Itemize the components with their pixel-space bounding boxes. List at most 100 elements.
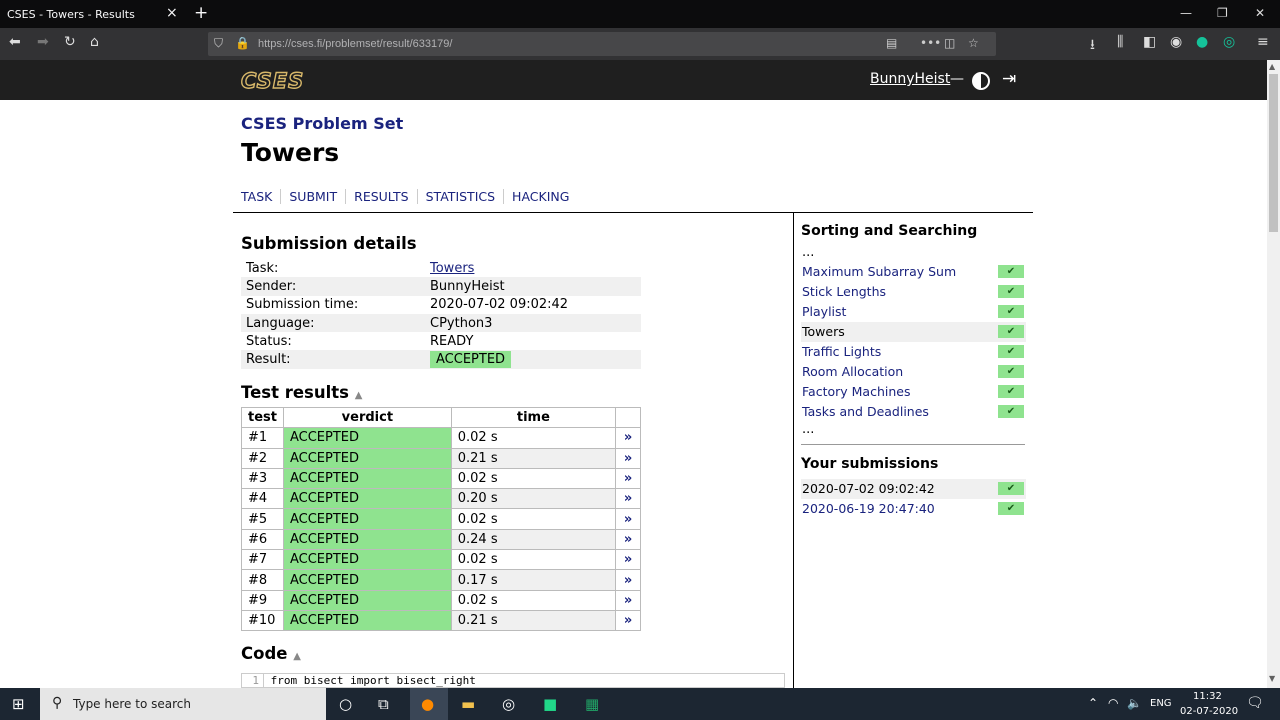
test-results-title[interactable]: Test results [241,383,349,402]
sidebar-item-label[interactable]: Factory Machines [802,384,910,399]
windows-start-icon[interactable]: ⊞ [12,695,25,713]
task-view-icon[interactable]: ⧉ [378,695,389,713]
shield-icon[interactable]: ⛉ [214,36,223,51]
view-test-icon[interactable]: » [615,427,641,449]
firefox-taskbar-button[interactable]: ● [410,688,448,720]
forward-icon[interactable]: ➡ [37,34,49,50]
pycharm-icon[interactable]: ■ [543,695,557,713]
pocket-icon[interactable]: ◫ [944,36,955,50]
view-test-icon[interactable]: » [615,528,641,551]
username-link[interactable]: BunnyHeist [870,71,950,87]
table-row: #1 ACCEPTED 0.02 s» [241,427,641,449]
sidebar-item-tasks-and-deadlines[interactable]: Tasks and Deadlines ✔ [801,402,1026,422]
nav-hacking[interactable]: HACKING [503,189,577,204]
detail-row: Language: CPython3 [241,313,641,333]
notifications-icon[interactable]: 🗨 [1246,695,1264,711]
sidebar-item-label[interactable]: Maximum Subarray Sum [802,264,956,279]
reader-view-icon[interactable]: ▤ [886,36,897,50]
view-test-icon[interactable]: » [615,589,641,611]
scroll-up-icon[interactable]: ▲ [1269,62,1275,71]
contrast-toggle-icon[interactable] [972,72,990,90]
test-results-heading[interactable]: Test results ▲ [241,383,362,402]
cortana-icon[interactable]: ○ [339,695,352,713]
lock-icon[interactable]: 🔒 [235,36,250,50]
sidebar-item-room-allocation[interactable]: Room Allocation ✔ [801,362,1026,382]
sidebar-item-playlist[interactable]: Playlist ✔ [801,302,1026,322]
site-header: CSES BunnyHeist — ⇥ [0,60,1267,100]
grammarly-icon[interactable]: ● [1196,34,1208,50]
url-bar[interactable]: ⛉ 🔒 https://cses.fi/problemset/result/63… [208,32,996,56]
submission-item[interactable]: 2020-07-02 09:02:42 ✔ [801,479,1026,499]
nav-results[interactable]: RESULTS [345,189,416,204]
taskbar-search-placeholder[interactable]: Type here to search [73,697,191,711]
view-test-icon[interactable]: » [615,488,641,510]
collapse-triangle-icon[interactable]: ▲ [355,390,363,401]
scroll-down-icon[interactable]: ▼ [1269,674,1275,683]
sidebar-item-label[interactable]: Towers [802,324,845,339]
view-test-icon[interactable]: » [615,609,641,632]
nav-task[interactable]: TASK [241,189,280,204]
account-icon[interactable]: ◉ [1170,34,1182,50]
code-heading[interactable]: Code ▲ [241,644,301,663]
new-tab-icon[interactable]: + [194,3,208,23]
code-title[interactable]: Code [241,644,287,663]
page-actions-icon[interactable]: ••• [920,36,941,50]
sidebar-icon[interactable]: ◧ [1143,34,1156,50]
file-explorer-icon[interactable]: ▬ [461,695,475,713]
sidebar-item-label[interactable]: Traffic Lights [802,344,881,359]
window-close-icon[interactable]: ✕ [1255,6,1265,20]
wifi-icon[interactable]: ◠ [1108,696,1118,710]
collapse-triangle-icon[interactable]: ▲ [293,651,301,662]
view-test-icon[interactable]: » [615,508,641,530]
sidebar-item-maximum-subarray-sum[interactable]: Maximum Subarray Sum ✔ [801,262,1026,282]
downloads-icon[interactable]: ⭳ [1090,34,1095,58]
code-viewer[interactable]: 1 from bisect import bisect_right [241,673,785,688]
table-row: #4 ACCEPTED 0.20 s» [241,488,641,510]
nav-statistics[interactable]: STATISTICS [416,189,503,204]
view-test-icon[interactable]: » [615,569,641,591]
sidebar-item-traffic-lights[interactable]: Traffic Lights ✔ [801,342,1026,362]
scrollbar-thumb[interactable] [1269,74,1278,232]
view-test-icon[interactable]: » [615,467,641,490]
taskbar-search[interactable]: ⚲ Type here to search [40,688,326,720]
clock-date[interactable]: 02-07-2020 [1180,706,1238,717]
view-test-icon[interactable]: » [615,549,641,571]
sidebar-item-label[interactable]: Tasks and Deadlines [802,404,929,419]
submission-item[interactable]: 2020-06-19 20:47:40 ✔ [801,499,1026,519]
tray-chevron-icon[interactable]: ⌃ [1088,696,1098,710]
close-tab-icon[interactable]: × [166,5,178,21]
sidebar-item-label[interactable]: Stick Lengths [802,284,886,299]
language-indicator[interactable]: ENG [1150,698,1172,709]
cses-logo[interactable]: CSES [240,68,304,93]
task-link-text[interactable]: Towers [430,261,474,276]
clock-time[interactable]: 11:32 [1193,691,1222,702]
logout-icon[interactable]: ⇥ [1002,69,1016,89]
bookmark-star-icon[interactable]: ☆ [968,36,979,50]
sidebar-item-factory-machines[interactable]: Factory Machines ✔ [801,382,1026,402]
view-test-icon[interactable]: » [615,447,641,469]
excel-icon[interactable]: ▦ [585,695,599,713]
maximize-icon[interactable]: ❐ [1217,6,1228,20]
library-icon[interactable]: ⫼ [1117,34,1123,50]
nav-submit[interactable]: SUBMIT [280,189,345,204]
reload-icon[interactable]: ↻ [64,34,76,50]
browser-tab[interactable]: CSES - Towers - Results × [0,0,188,28]
volume-icon[interactable]: 🔈 [1127,696,1142,710]
extension-icon[interactable]: ◎ [1223,34,1235,50]
back-icon[interactable]: ⬅ [9,34,21,50]
url-text[interactable]: https://cses.fi/problemset/result/633179… [258,38,452,50]
submission-label[interactable]: 2020-06-19 20:47:40 [802,501,935,516]
sidebar-item-stick-lengths[interactable]: Stick Lengths ✔ [801,282,1026,302]
page-scrollbar[interactable]: ▲ ▼ [1267,60,1280,688]
obs-icon[interactable]: ◎ [502,695,515,713]
sidebar-item-label[interactable]: Room Allocation [802,364,903,379]
verdict: ACCEPTED [282,549,452,571]
sidebar-item-label[interactable]: Playlist [802,304,846,319]
submission-label[interactable]: 2020-07-02 09:02:42 [802,481,935,496]
home-icon[interactable]: ⌂ [90,34,99,50]
minimize-icon[interactable]: — [1180,6,1192,20]
problem-set-title[interactable]: CSES Problem Set [241,114,403,133]
sidebar-item-towers[interactable]: Towers ✔ [801,322,1026,342]
task-link[interactable]: Towers [425,259,641,277]
menu-icon[interactable]: ≡ [1257,34,1269,50]
